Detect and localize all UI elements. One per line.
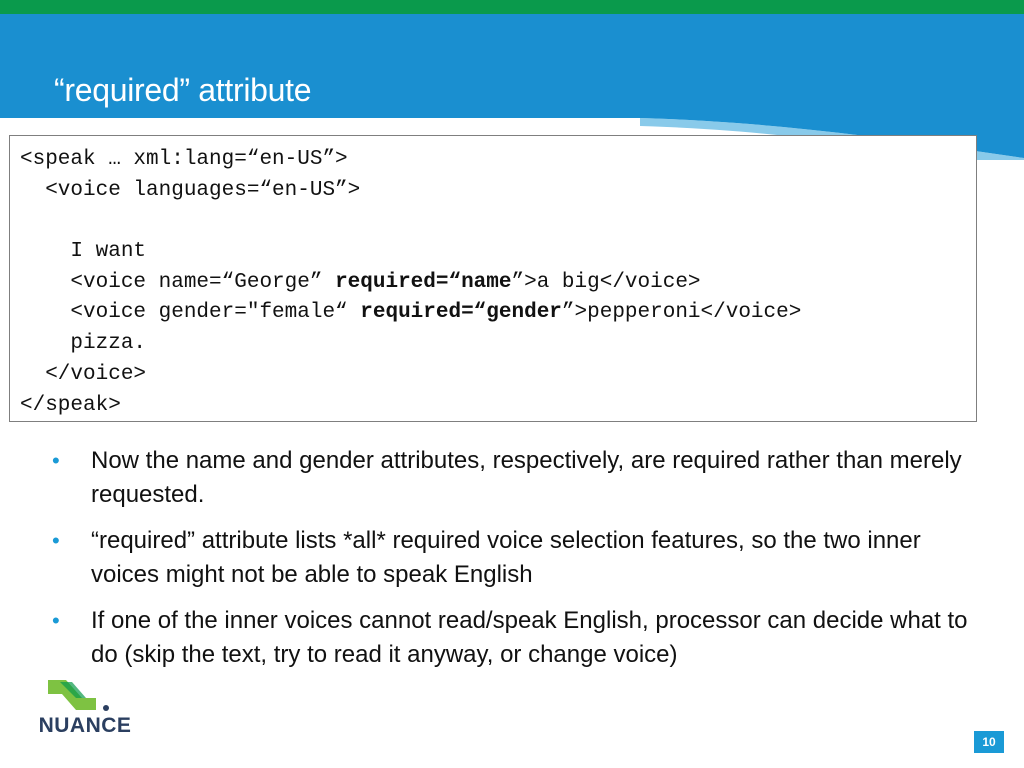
code-segment: <voice name=“George”: [20, 270, 336, 294]
code-segment: <voice gender="female“: [20, 301, 361, 325]
slide-title: “required” attribute: [54, 72, 312, 108]
bullet-item: • If one of the inner voices cannot read…: [52, 604, 992, 672]
code-block: <speak … xml:lang=“en-US”> <voice langua…: [9, 135, 977, 422]
code-line: <voice gender="female“ required=“gender”…: [20, 298, 976, 329]
bullet-icon: •: [52, 528, 60, 553]
bullet-text: Now the name and gender attributes, resp…: [91, 447, 962, 508]
nuance-logo-icon: [48, 680, 109, 711]
code-segment-bold: required=“gender: [360, 301, 562, 325]
bullet-text: If one of the inner voices cannot read/s…: [91, 607, 968, 668]
bullet-icon: •: [52, 608, 60, 633]
code-line: I want: [20, 240, 147, 264]
code-segment-bold: required=“name: [335, 270, 512, 294]
bullet-icon: •: [52, 448, 60, 473]
code-line: </speak>: [20, 393, 121, 417]
code-segment: ”>pepperoni</voice>: [561, 301, 802, 325]
code-line: pizza.: [20, 332, 147, 356]
bullet-item: • “required” attribute lists *all* requi…: [52, 524, 992, 592]
bullet-list: • Now the name and gender attributes, re…: [52, 444, 992, 684]
code-line: <speak … xml:lang=“en-US”>: [20, 148, 348, 171]
logo-text: NUANCE: [38, 714, 132, 737]
code-line: <voice name=“George” required=“name”>a b…: [20, 268, 976, 299]
code-line: <voice languages=“en-US”>: [20, 178, 361, 202]
page-number: 10: [974, 731, 1004, 753]
code-segment: ”>a big</voice>: [511, 270, 701, 294]
bullet-text: “required” attribute lists *all* require…: [91, 527, 921, 588]
nuance-logo: NUANCE: [30, 676, 140, 742]
bullet-item: • Now the name and gender attributes, re…: [52, 444, 992, 512]
code-line: </voice>: [20, 362, 147, 386]
